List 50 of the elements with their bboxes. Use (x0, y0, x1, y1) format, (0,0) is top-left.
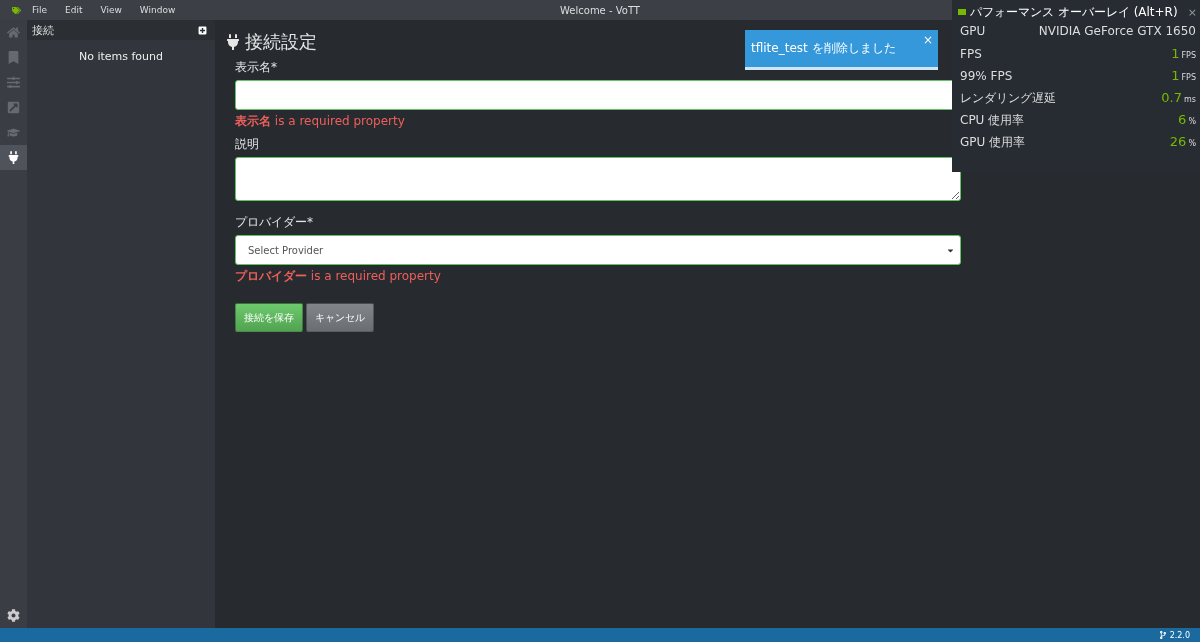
logo-icon (958, 9, 966, 15)
settings-icon (7, 609, 20, 622)
stat-unit: % (1188, 139, 1196, 148)
field-label: プロバイダー* (235, 214, 314, 231)
error-message: プロバイダー is a required property (235, 268, 442, 285)
version-label: 2.2.0 (1169, 630, 1190, 640)
error-message: 表示名 is a required property (235, 113, 406, 130)
stat-value: 0.7 (1161, 90, 1183, 105)
graduation-cap-icon (7, 126, 20, 139)
nav-button[interactable] (0, 145, 27, 170)
form-title: 接続設定 (245, 30, 317, 54)
stat-label: GPU 使用率 (960, 134, 1026, 151)
stat-unit: ms (1184, 95, 1196, 104)
empty-message: No items found (77, 50, 165, 63)
stat-value: 1 (1171, 46, 1180, 61)
field-label: 表示名* (235, 59, 278, 76)
menu-item[interactable]: View (100, 5, 122, 15)
stat-label: FPS (960, 47, 982, 61)
close-icon[interactable]: × (1187, 5, 1197, 19)
stat-label: 99% FPS (960, 69, 1013, 83)
cancel-button[interactable]: キャンセル (306, 303, 374, 332)
stat-label: レンダリング遅延 (960, 90, 1056, 107)
stat-label: CPU 使用率 (960, 112, 1025, 129)
stat-value: 1 (1171, 68, 1180, 83)
plug-icon (7, 151, 20, 164)
home-icon (7, 26, 20, 39)
stat-label: GPU (960, 24, 986, 38)
provider-select[interactable]: Select Provider (235, 235, 961, 265)
stat-unit: FPS (1181, 51, 1196, 60)
stat-value: 26 (1169, 134, 1187, 149)
export-icon (7, 101, 20, 114)
gpu-name: NVIDIA GeForce GTX 1650 (1038, 24, 1196, 38)
field-label: 説明 (235, 136, 260, 153)
text-area[interactable] (235, 157, 961, 201)
sidebar-title: 接続 (32, 22, 54, 38)
overlay-title: パフォーマンス オーバーレイ (Alt+R) (970, 3, 1178, 21)
tags-logo-icon (11, 5, 21, 15)
branch-icon (1158, 631, 1167, 639)
sliders-icon (7, 76, 20, 89)
toast-notification: tflite_test を削除しました × (745, 30, 938, 70)
add-icon[interactable] (198, 25, 207, 35)
menu-item[interactable]: File (32, 5, 48, 15)
menu-item[interactable]: Edit (65, 5, 83, 15)
plug-icon (225, 34, 241, 50)
stat-unit: FPS (1181, 73, 1196, 82)
menu-item[interactable]: Window (139, 5, 176, 15)
stat-value: 6 (1178, 112, 1187, 127)
stat-unit: % (1188, 117, 1196, 126)
window-title: Welcome - VoTT (559, 4, 641, 16)
bookmark-icon (7, 51, 20, 64)
